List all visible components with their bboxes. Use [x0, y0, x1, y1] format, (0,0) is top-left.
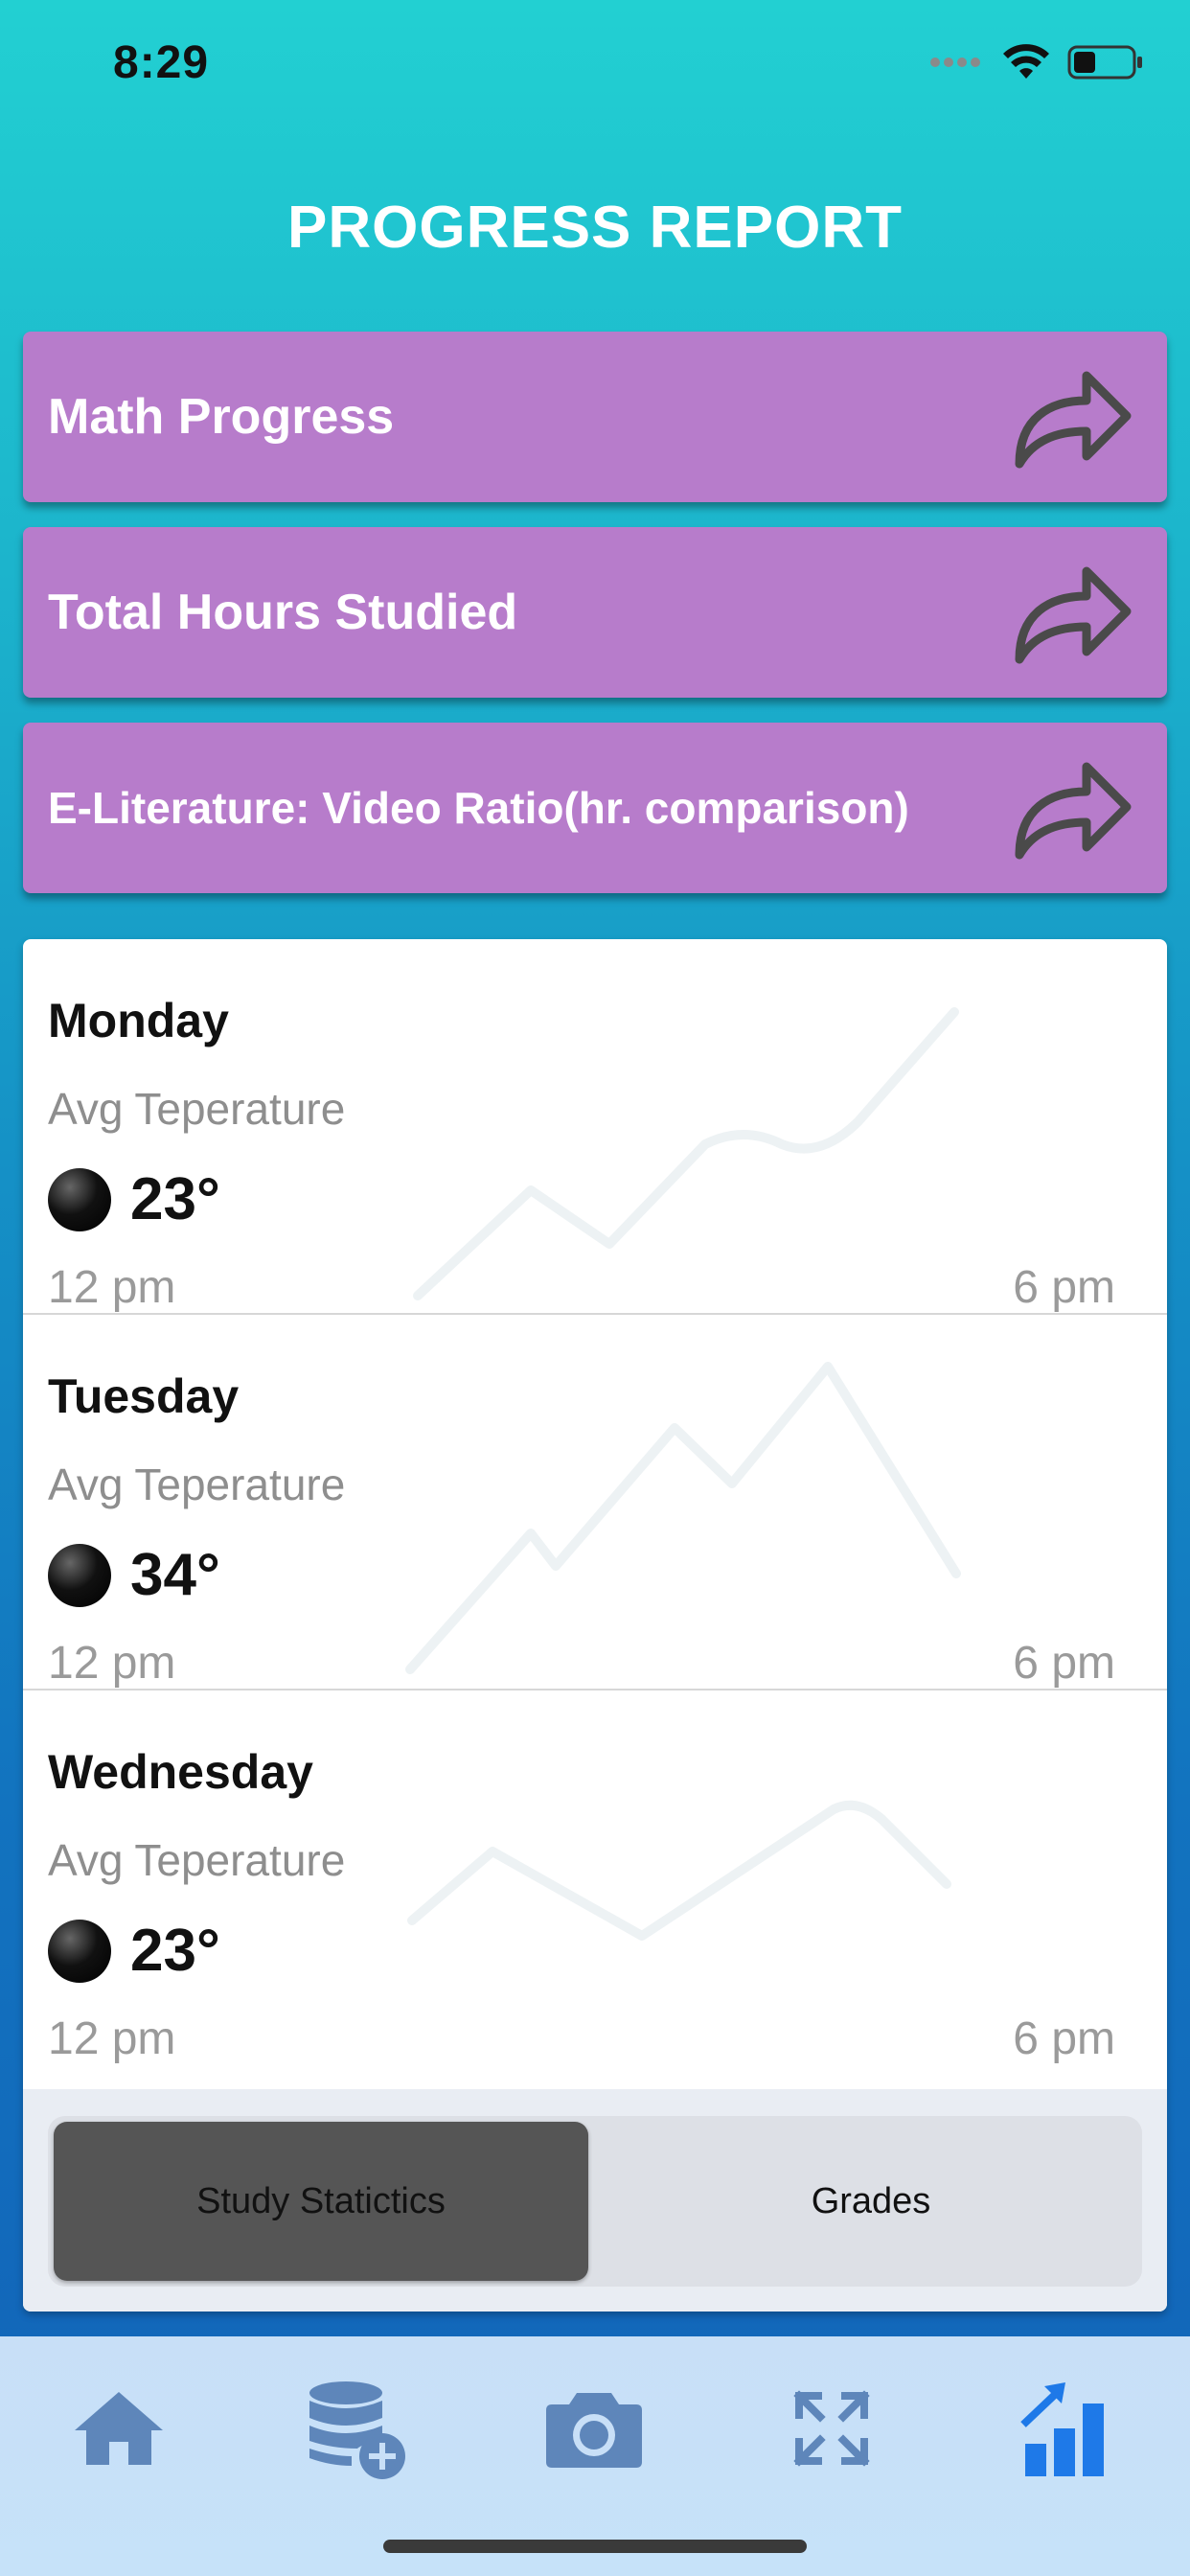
temperature-value: 23° — [130, 1918, 220, 1984]
status-bar: 8:29 — [0, 0, 1190, 129]
metric-label: Avg Teperature — [48, 1084, 346, 1134]
share-arrow-icon — [1015, 566, 1132, 664]
total-hours-studied-label: Total Hours Studied — [48, 585, 518, 640]
tab-expand[interactable] — [765, 2361, 899, 2496]
stats-segmented-control: Study Statictics Grades — [48, 2116, 1142, 2287]
temperature-value: 23° — [130, 1166, 220, 1232]
day-row-tuesday[interactable]: Tuesday Avg Teperature 34° 12 pm 6 pm — [23, 1315, 1167, 1690]
math-progress-button[interactable]: Math Progress — [23, 332, 1167, 502]
metric-label: Avg Teperature — [48, 1460, 346, 1509]
camera-icon — [546, 2393, 642, 2468]
start-time: 12 pm — [48, 1262, 176, 1313]
share-arrow-icon — [1015, 371, 1132, 469]
grades-segment[interactable]: Grades — [604, 2122, 1138, 2281]
page-title: PROGRESS REPORT — [287, 195, 903, 261]
end-time: 6 pm — [1013, 2013, 1115, 2064]
temperature: 23° — [48, 1917, 220, 1985]
signal-icon — [930, 58, 980, 67]
daily-stats-panel: Monday Avg Teperature 23° 12 pm 6 pm Tue… — [23, 939, 1167, 2312]
temperature-value: 34° — [130, 1542, 220, 1608]
weather-dot-icon — [48, 1919, 111, 1983]
day-name: Tuesday — [48, 1369, 240, 1423]
day-row-monday[interactable]: Monday Avg Teperature 23° 12 pm 6 pm — [23, 939, 1167, 1315]
status-time: 8:29 — [113, 37, 210, 88]
study-statistics-segment[interactable]: Study Statictics — [54, 2122, 588, 2281]
weather-dot-icon — [48, 1167, 111, 1231]
tab-database-add[interactable] — [289, 2361, 423, 2496]
database-add-icon — [309, 2381, 405, 2479]
e-literature-video-ratio-button[interactable]: E-Literature: Video Ratio(hr. comparison… — [23, 723, 1167, 893]
temperature: 23° — [48, 1165, 220, 1233]
expand-icon — [793, 2390, 870, 2467]
e-literature-video-ratio-label: E-Literature: Video Ratio(hr. comparison… — [48, 783, 909, 833]
math-progress-label: Math Progress — [48, 389, 395, 445]
home-icon — [75, 2392, 163, 2465]
share-arrow-icon — [1015, 762, 1132, 860]
total-hours-studied-button[interactable]: Total Hours Studied — [23, 527, 1167, 698]
tab-home[interactable] — [52, 2361, 186, 2496]
start-time: 12 pm — [48, 1638, 176, 1689]
day-row-wednesday[interactable]: Wednesday Avg Teperature 23° 12 pm 6 pm — [23, 1690, 1167, 2066]
segment-area: Study Statictics Grades — [23, 2089, 1167, 2312]
end-time: 6 pm — [1013, 1638, 1115, 1689]
tab-camera[interactable] — [527, 2361, 661, 2496]
tab-progress[interactable] — [1002, 2361, 1136, 2496]
chart-growth-icon — [1020, 2382, 1104, 2476]
status-icons — [929, 38, 1144, 86]
home-indicator[interactable] — [383, 2540, 807, 2553]
weather-dot-icon — [48, 1543, 111, 1607]
wifi-icon — [1003, 44, 1049, 79]
metric-label: Avg Teperature — [48, 1835, 346, 1885]
day-name: Monday — [48, 994, 229, 1047]
temperature: 34° — [48, 1541, 220, 1609]
battery-icon — [1067, 45, 1142, 80]
day-name: Wednesday — [48, 1745, 313, 1799]
start-time: 12 pm — [48, 2013, 176, 2064]
end-time: 6 pm — [1013, 1262, 1115, 1313]
